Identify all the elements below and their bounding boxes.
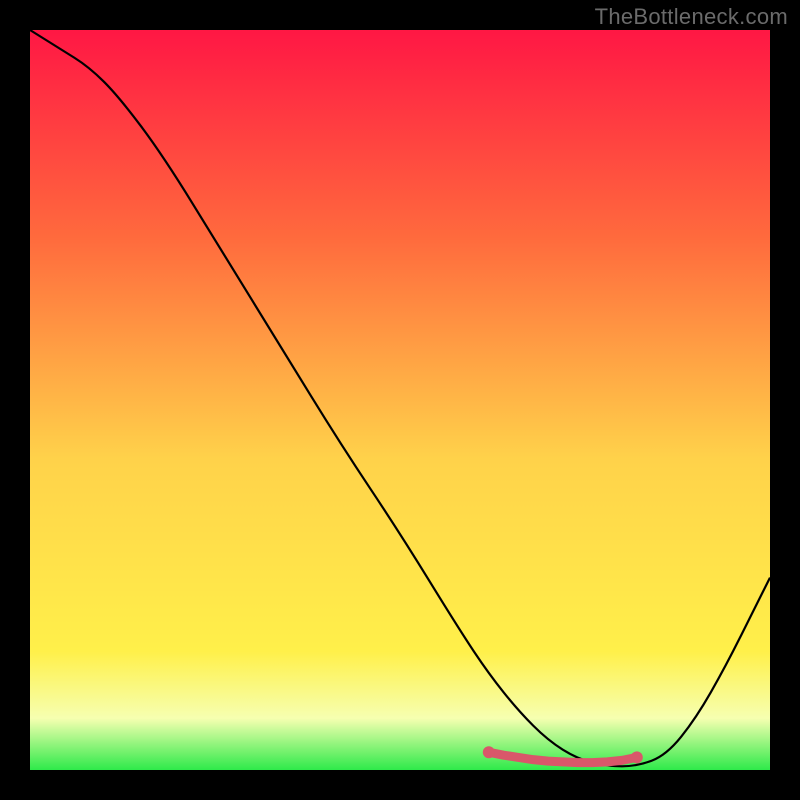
watermark-text: TheBottleneck.com: [595, 4, 788, 30]
fit-region-end-dot: [483, 746, 495, 758]
bottleneck-chart: [0, 0, 800, 800]
chart-frame: { "watermark": "TheBottleneck.com", "col…: [0, 0, 800, 800]
fit-region-end-dot: [631, 751, 643, 763]
plot-area: [30, 30, 770, 770]
